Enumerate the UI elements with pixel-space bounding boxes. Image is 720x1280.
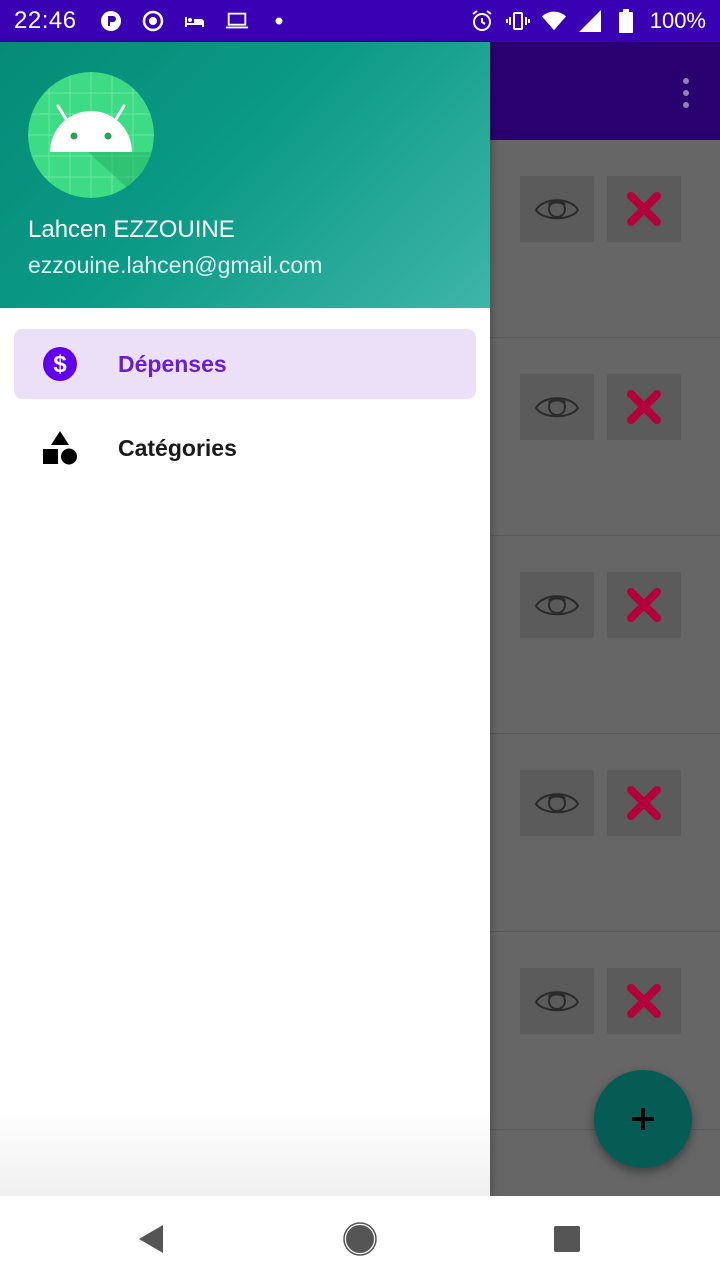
delete-button[interactable]: [607, 572, 681, 638]
drawer-item-depenses[interactable]: $ Dépenses: [14, 329, 476, 399]
alarm-icon: [470, 9, 494, 33]
app-notification-icon: [99, 9, 123, 33]
battery-icon: [614, 9, 638, 33]
more-vert-icon[interactable]: [676, 78, 696, 108]
drawer-item-categories[interactable]: Catégories: [14, 413, 476, 483]
battery-percent: 100%: [649, 8, 706, 33]
back-triangle-icon: [139, 1225, 163, 1253]
home-button[interactable]: [343, 1222, 377, 1256]
view-button[interactable]: [520, 968, 594, 1034]
delete-button[interactable]: [607, 374, 681, 440]
eye-icon: [534, 793, 580, 814]
category-shapes-icon: [40, 428, 80, 468]
recents-square-icon: [554, 1226, 580, 1252]
hotel-icon: [183, 9, 207, 33]
dot-icon: [267, 9, 291, 33]
delete-button[interactable]: [607, 176, 681, 242]
delete-button[interactable]: [607, 770, 681, 836]
close-icon: [627, 588, 661, 622]
status-time: 22:46: [14, 7, 77, 34]
back-button[interactable]: [134, 1222, 168, 1256]
avatar: [28, 72, 154, 198]
recents-button[interactable]: [550, 1222, 584, 1256]
navigation-drawer: Lahcen EZZOUINE ezzouine.lahcen@gmail.co…: [0, 42, 490, 1196]
view-button[interactable]: [520, 770, 594, 836]
laptop-icon: [225, 9, 249, 33]
close-icon: [627, 984, 661, 1018]
system-nav-bar: [0, 1196, 720, 1280]
close-icon: [627, 192, 661, 226]
close-icon: [627, 390, 661, 424]
delete-button[interactable]: [607, 968, 681, 1034]
drawer-item-label: Dépenses: [118, 350, 227, 377]
status-right: 100%: [470, 8, 706, 34]
eye-icon: [534, 595, 580, 616]
vibrate-icon: [505, 9, 530, 33]
user-email: ezzouine.lahcen@gmail.com: [28, 252, 323, 278]
svg-text:$: $: [53, 351, 67, 378]
eye-icon: [534, 199, 580, 220]
add-expense-fab[interactable]: [594, 1070, 692, 1168]
user-name: Lahcen EZZOUINE: [28, 216, 235, 243]
close-icon: [627, 786, 661, 820]
eye-icon: [534, 991, 580, 1012]
record-icon: [141, 9, 165, 33]
drawer-header: Lahcen EZZOUINE ezzouine.lahcen@gmail.co…: [0, 42, 490, 308]
home-circle-icon: [343, 1222, 377, 1256]
eye-icon: [534, 397, 580, 418]
wifi-icon: [541, 9, 566, 33]
view-button[interactable]: [520, 374, 594, 440]
drawer-item-label: Catégories: [118, 434, 237, 461]
add-icon: [632, 1108, 654, 1130]
view-button[interactable]: [520, 572, 594, 638]
dollar-icon: $: [40, 344, 80, 384]
status-bar: 22:46 100%: [0, 0, 720, 42]
view-button[interactable]: [520, 176, 594, 242]
signal-icon: [578, 9, 602, 33]
notification-icons: [99, 9, 291, 33]
drawer-bottom-fade: [0, 1106, 490, 1196]
